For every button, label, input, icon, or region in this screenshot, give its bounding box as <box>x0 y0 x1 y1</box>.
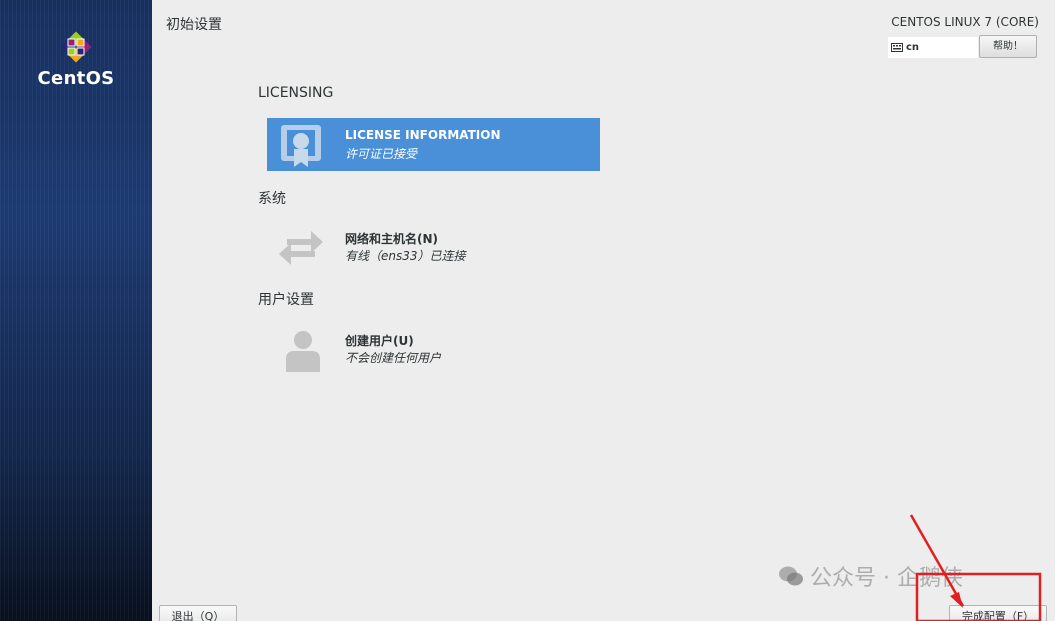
page-title: 初始设置 <box>166 17 222 33</box>
spoke-title: 网络和主机名(N) <box>345 232 439 246</box>
spoke-title: 创建用户(U) <box>345 334 414 348</box>
main-panel: 初始设置 CENTOS LINUX 7 (CORE) cn 帮助！ LICENS… <box>152 0 1055 621</box>
wechat-icon <box>779 566 803 586</box>
centos-logo-icon <box>60 31 92 63</box>
section-heading-licensing: LICENSING <box>258 85 334 101</box>
help-button[interactable]: 帮助！ <box>979 35 1037 58</box>
finish-configuration-button[interactable]: 完成配置（F） <box>949 605 1047 621</box>
spoke-license-information[interactable]: LICENSE INFORMATION 许可证已接受 <box>267 118 600 171</box>
user-icon <box>286 331 320 372</box>
keyboard-layout-label: cn <box>906 42 920 53</box>
spoke-status: 不会创建任何用户 <box>345 351 442 365</box>
sidebar: CentOS <box>0 0 152 621</box>
watermark-text: 公众号 · 企鹅侠 <box>810 566 963 591</box>
watermark: 公众号 · 企鹅侠 <box>778 560 963 592</box>
network-arrows-icon <box>279 231 323 265</box>
spoke-status: 许可证已接受 <box>345 147 418 161</box>
section-heading-user-settings: 用户设置 <box>258 292 314 308</box>
spoke-create-user[interactable]: 创建用户(U) 不会创建任何用户 <box>267 322 600 375</box>
keyboard-icon <box>891 43 903 52</box>
window-edge <box>1055 0 1060 621</box>
product-name: CENTOS LINUX 7 (CORE) <box>891 15 1039 29</box>
brand-name: CentOS <box>37 68 115 89</box>
keyboard-layout-indicator[interactable]: cn <box>888 37 978 58</box>
spoke-network-hostname[interactable]: 网络和主机名(N) 有线（ens33）已连接 <box>267 220 600 273</box>
centos-logo: CentOS <box>0 30 152 89</box>
quit-button[interactable]: 退出（Q） <box>159 605 237 621</box>
spoke-status: 有线（ens33）已连接 <box>345 249 466 263</box>
section-heading-system: 系统 <box>258 191 286 207</box>
spoke-title: LICENSE INFORMATION <box>345 128 501 142</box>
license-icon <box>281 125 321 167</box>
